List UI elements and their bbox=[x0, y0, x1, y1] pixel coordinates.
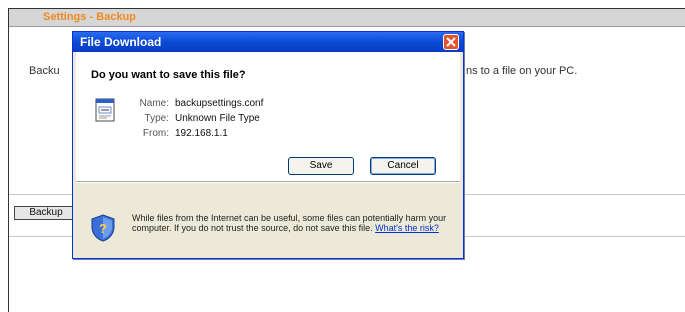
file-download-dialog: File Download Do you want to save this f… bbox=[72, 31, 464, 259]
file-type-value: Unknown File Type bbox=[175, 113, 260, 124]
description-text-left: Backu bbox=[29, 65, 60, 77]
svg-text:?: ? bbox=[99, 221, 107, 236]
save-button[interactable]: Save bbox=[288, 157, 354, 175]
description-text-right: ns to a file on your PC. bbox=[466, 65, 578, 77]
dialog-question: Do you want to save this file? bbox=[91, 69, 246, 81]
dialog-divider-highlight bbox=[76, 182, 460, 183]
cancel-button[interactable]: Cancel bbox=[370, 157, 436, 175]
file-name-value: backupsettings.conf bbox=[175, 98, 264, 109]
file-type-label: Type: bbox=[144, 113, 169, 124]
risk-link[interactable]: What's the risk? bbox=[375, 223, 439, 233]
dialog-titlebar[interactable]: File Download bbox=[73, 32, 463, 52]
close-icon bbox=[446, 37, 456, 47]
dialog-title: File Download bbox=[80, 35, 162, 49]
security-shield-icon: ? bbox=[91, 214, 115, 242]
file-name-label: Name: bbox=[139, 98, 169, 109]
file-from-label: From: bbox=[142, 128, 169, 139]
backup-button[interactable]: Backup bbox=[14, 206, 74, 220]
close-button[interactable] bbox=[443, 34, 459, 50]
file-from-value: 192.168.1.1 bbox=[175, 128, 228, 139]
section-title: Settings - Backup bbox=[43, 11, 136, 23]
generic-file-icon bbox=[95, 98, 115, 122]
section-header: Settings - Backup bbox=[9, 9, 685, 27]
security-warning: While files from the Internet can be use… bbox=[132, 213, 452, 233]
